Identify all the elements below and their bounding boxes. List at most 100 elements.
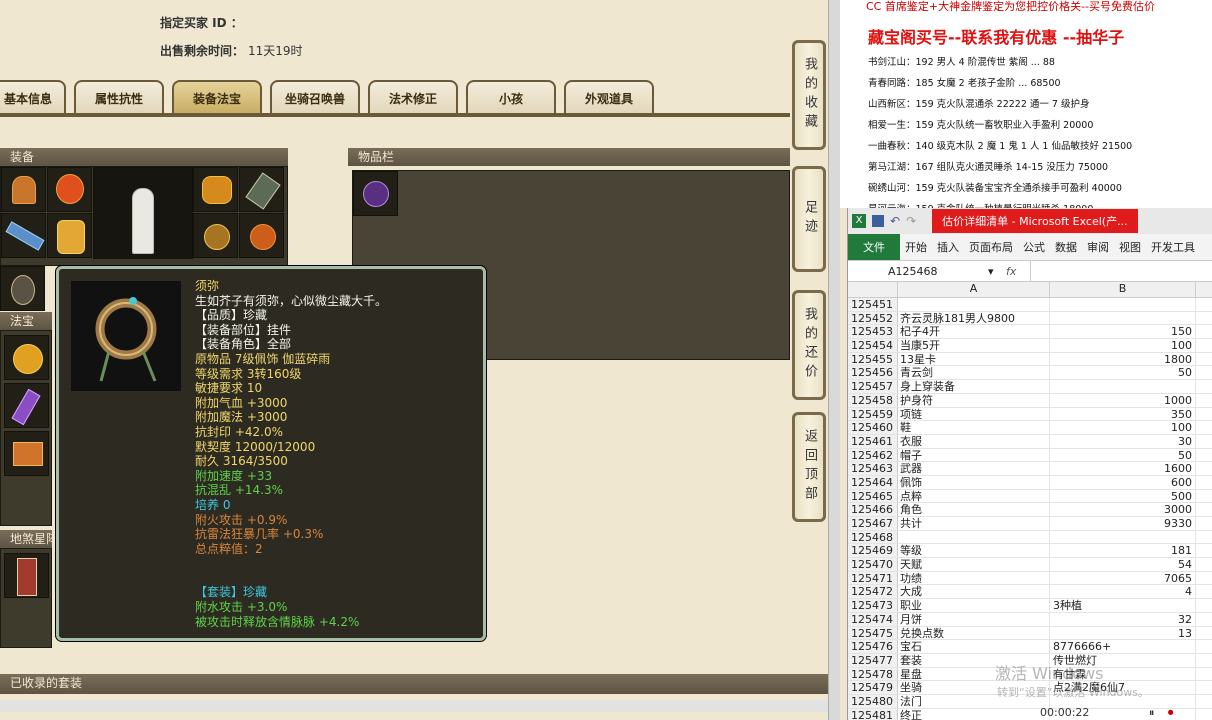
- row-number[interactable]: 125476: [848, 640, 898, 653]
- fx-icon[interactable]: fx: [1006, 265, 1030, 278]
- cell-a[interactable]: 13星卡: [898, 352, 1050, 366]
- cell-b[interactable]: 30: [1050, 434, 1196, 448]
- row-number[interactable]: 125472: [848, 585, 898, 598]
- row-number[interactable]: 125478: [848, 667, 898, 681]
- equip-slot-accessory[interactable]: [239, 167, 284, 212]
- cell-b[interactable]: 350: [1050, 407, 1196, 421]
- redo-icon[interactable]: ↷: [906, 214, 916, 228]
- cell-a[interactable]: 职业: [898, 599, 1050, 612]
- cell-a[interactable]: 功绩: [898, 571, 1050, 585]
- row-number[interactable]: 125471: [848, 571, 898, 585]
- column-a-header[interactable]: A: [898, 282, 1050, 297]
- row-number[interactable]: 125458: [848, 393, 898, 407]
- cell-a[interactable]: 大成: [898, 585, 1050, 599]
- row-number[interactable]: 125455: [848, 352, 898, 366]
- cell-b[interactable]: 50: [1050, 448, 1196, 462]
- cell-b[interactable]: 500: [1050, 489, 1196, 503]
- cell-b[interactable]: [1050, 530, 1196, 544]
- row-number[interactable]: 125470: [848, 558, 898, 571]
- cell-a[interactable]: 天赋: [898, 558, 1050, 571]
- my-counteroffer-button[interactable]: 我的还价: [792, 290, 826, 400]
- formula-input[interactable]: [1030, 261, 1212, 281]
- equip-slot-helmet[interactable]: [193, 167, 238, 212]
- cell-b[interactable]: 100: [1050, 421, 1196, 434]
- row-number[interactable]: 125453: [848, 325, 898, 338]
- cell-b[interactable]: 54: [1050, 558, 1196, 571]
- tab-basic-info[interactable]: 基本信息: [0, 80, 66, 114]
- row-number[interactable]: 125461: [848, 434, 898, 448]
- window-splitter[interactable]: [828, 0, 840, 720]
- back-to-top-button[interactable]: 返回顶部: [792, 412, 826, 522]
- cell-a[interactable]: 共计: [898, 517, 1050, 530]
- stop-icon[interactable]: ⏺: [1168, 706, 1174, 719]
- save-icon[interactable]: [872, 215, 884, 227]
- undo-icon[interactable]: ↶: [890, 214, 900, 228]
- tab-child[interactable]: 小孩: [466, 80, 556, 114]
- dishaxing-slot-1[interactable]: [4, 553, 49, 598]
- row-number[interactable]: 125479: [848, 681, 898, 694]
- cell-a[interactable]: [898, 530, 1050, 544]
- tab-mounts-pets[interactable]: 坐骑召唤兽: [270, 80, 360, 114]
- horizontal-scrollbar[interactable]: [0, 700, 828, 712]
- equip-slot-pendant[interactable]: [0, 266, 45, 311]
- cell-b[interactable]: 50: [1050, 366, 1196, 380]
- item-slot-1[interactable]: [353, 171, 398, 216]
- cell-a[interactable]: 青云剑: [898, 366, 1050, 380]
- equip-slot-armor[interactable]: [47, 213, 92, 258]
- cell-a[interactable]: 点粹: [898, 489, 1050, 503]
- cell-a[interactable]: 角色: [898, 503, 1050, 516]
- cell-a[interactable]: 宝石: [898, 640, 1050, 653]
- row-number[interactable]: 125456: [848, 366, 898, 379]
- fabao-slot-1[interactable]: [4, 335, 49, 380]
- cell-b[interactable]: [1050, 298, 1196, 311]
- row-number[interactable]: 125469: [848, 544, 898, 557]
- tab-equipment[interactable]: 装备法宝: [172, 80, 262, 114]
- cell-a[interactable]: 护身符: [898, 393, 1050, 407]
- select-all-corner[interactable]: [848, 282, 898, 297]
- equip-slot-necklace[interactable]: [47, 167, 92, 212]
- row-number[interactable]: 125481: [848, 708, 898, 720]
- cell-a[interactable]: 佩饰: [898, 475, 1050, 489]
- row-number[interactable]: 125480: [848, 694, 898, 708]
- equip-slot-belt[interactable]: [239, 213, 284, 258]
- cell-a[interactable]: 杞子4开: [898, 325, 1050, 339]
- cell-a[interactable]: 衣服: [898, 434, 1050, 448]
- name-box[interactable]: A125468: [848, 265, 988, 278]
- cell-a[interactable]: 项链: [898, 407, 1050, 421]
- cell-a[interactable]: 武器: [898, 462, 1050, 475]
- cell-b[interactable]: 7065: [1050, 571, 1196, 585]
- ribbon-tab[interactable]: 开发工具: [1146, 239, 1200, 255]
- tab-attributes[interactable]: 属性抗性: [74, 80, 164, 114]
- cell-b[interactable]: 1800: [1050, 352, 1196, 366]
- cell-b[interactable]: 100: [1050, 339, 1196, 352]
- cell-a[interactable]: 月饼: [898, 612, 1050, 626]
- row-number[interactable]: 125454: [848, 339, 898, 352]
- row-number[interactable]: 125463: [848, 462, 898, 475]
- row-number[interactable]: 125466: [848, 503, 898, 516]
- cell-b[interactable]: 1600: [1050, 462, 1196, 475]
- cell-b[interactable]: 4: [1050, 585, 1196, 599]
- cell-b[interactable]: 1000: [1050, 393, 1196, 407]
- cell-b[interactable]: 32: [1050, 612, 1196, 626]
- pause-icon[interactable]: ⏸: [1149, 706, 1155, 719]
- name-box-dropdown-icon[interactable]: ▾: [988, 265, 1006, 278]
- row-number[interactable]: 125452: [848, 311, 898, 325]
- row-number[interactable]: 125465: [848, 489, 898, 503]
- footprint-button[interactable]: 足迹: [792, 166, 826, 272]
- row-number[interactable]: 125475: [848, 626, 898, 640]
- row-number[interactable]: 125473: [848, 599, 898, 612]
- fabao-slot-3[interactable]: [4, 431, 49, 476]
- equip-slot-weapon[interactable]: [1, 213, 46, 258]
- row-number[interactable]: 125468: [848, 530, 898, 544]
- cell-b[interactable]: [1050, 311, 1196, 325]
- cell-a[interactable]: 兑换点数: [898, 626, 1050, 640]
- row-number[interactable]: 125459: [848, 407, 898, 421]
- ribbon-tab[interactable]: 公式: [1018, 239, 1050, 255]
- cell-b[interactable]: 9330: [1050, 517, 1196, 530]
- row-number[interactable]: 125467: [848, 517, 898, 530]
- equip-slot-hat[interactable]: [1, 167, 46, 212]
- tab-appearance[interactable]: 外观道具: [564, 80, 654, 114]
- cell-b[interactable]: 8776666+: [1050, 640, 1196, 653]
- row-number[interactable]: 125457: [848, 380, 898, 393]
- ribbon-tab[interactable]: 审阅: [1082, 239, 1114, 255]
